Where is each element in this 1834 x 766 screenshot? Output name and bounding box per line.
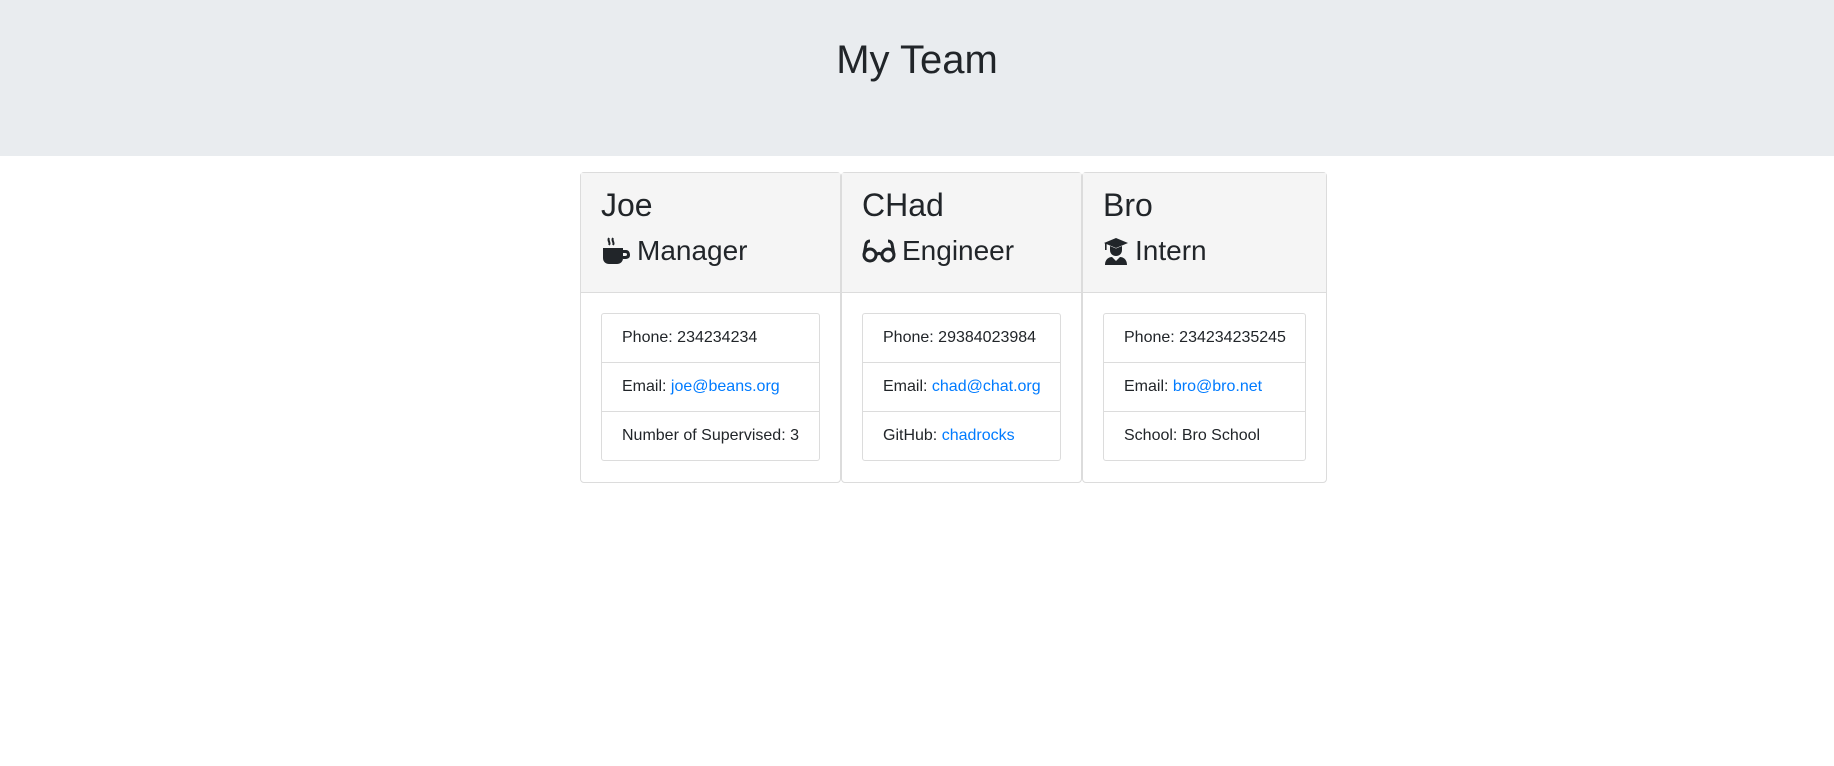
supervised-item: Number of Supervised: 3 [602, 411, 819, 460]
header-banner: My Team [0, 0, 1834, 156]
email-item: Email: joe@beans.org [602, 362, 819, 411]
phone-item: Phone: 234234235245 [1104, 314, 1305, 362]
phone-item: Phone: 234234234 [602, 314, 819, 362]
employee-name: CHad [862, 187, 944, 223]
email-item: Email: chad@chat.org [863, 362, 1060, 411]
email-label: Email: [883, 378, 928, 395]
phone-label: Phone: [622, 329, 673, 346]
info-list: Phone: 234234235245 Email: bro@bro.net S… [1103, 313, 1306, 461]
phone-label: Phone: [1124, 329, 1175, 346]
card-body: Phone: 234234235245 Email: bro@bro.net S… [1083, 293, 1326, 481]
phone-value: 234234234 [677, 329, 758, 346]
phone-value: 234234235245 [1179, 329, 1286, 346]
github-label: GitHub: [883, 427, 938, 444]
school-value: Bro School [1181, 427, 1261, 444]
email-link[interactable]: bro@bro.net [1173, 378, 1262, 395]
email-item: Email: bro@bro.net [1104, 362, 1305, 411]
info-list: Phone: 234234234 Email: joe@beans.org Nu… [601, 313, 820, 461]
employee-name: Joe [601, 187, 653, 223]
employee-role: Engineer [862, 233, 1061, 269]
employee-card-engineer: CHad Engineer Phone: 29384023984 Email: [841, 172, 1082, 483]
phone-value: 29384023984 [938, 329, 1037, 346]
email-label: Email: [1124, 378, 1169, 395]
role-label: Engineer [902, 235, 1015, 266]
info-list: Phone: 29384023984 Email: chad@chat.org … [862, 313, 1061, 461]
role-label: Manager [637, 235, 748, 266]
supervised-label: Number of Supervised: [622, 427, 786, 444]
coffee-icon [601, 236, 631, 266]
school-item: School: Bro School [1104, 411, 1305, 460]
card-body: Phone: 29384023984 Email: chad@chat.org … [842, 293, 1081, 481]
email-link[interactable]: chad@chat.org [932, 378, 1041, 395]
supervised-value: 3 [790, 427, 799, 444]
page-title: My Team [836, 38, 998, 82]
card-header: Bro Intern [1083, 173, 1326, 293]
github-link[interactable]: chadrocks [942, 427, 1015, 444]
phone-item: Phone: 29384023984 [863, 314, 1060, 362]
employee-card-intern: Bro Intern Phone: 234234235245 Email: br… [1082, 172, 1327, 483]
email-label: Email: [622, 378, 667, 395]
team-cards: Joe Manager Phone: 234234234 Email: joe@… [580, 172, 1327, 483]
card-header: CHad Engineer [842, 173, 1081, 293]
role-label: Intern [1135, 235, 1207, 266]
graduate-icon [1103, 236, 1129, 266]
employee-role: Intern [1103, 233, 1306, 269]
card-body: Phone: 234234234 Email: joe@beans.org Nu… [581, 293, 840, 481]
employee-card-manager: Joe Manager Phone: 234234234 Email: joe@… [580, 172, 841, 483]
glasses-icon [862, 236, 896, 266]
employee-role: Manager [601, 233, 820, 269]
card-header: Joe Manager [581, 173, 840, 293]
email-link[interactable]: joe@beans.org [671, 378, 780, 395]
phone-label: Phone: [883, 329, 934, 346]
school-label: School: [1124, 427, 1178, 444]
github-item: GitHub: chadrocks [863, 411, 1060, 460]
employee-name: Bro [1103, 187, 1153, 223]
